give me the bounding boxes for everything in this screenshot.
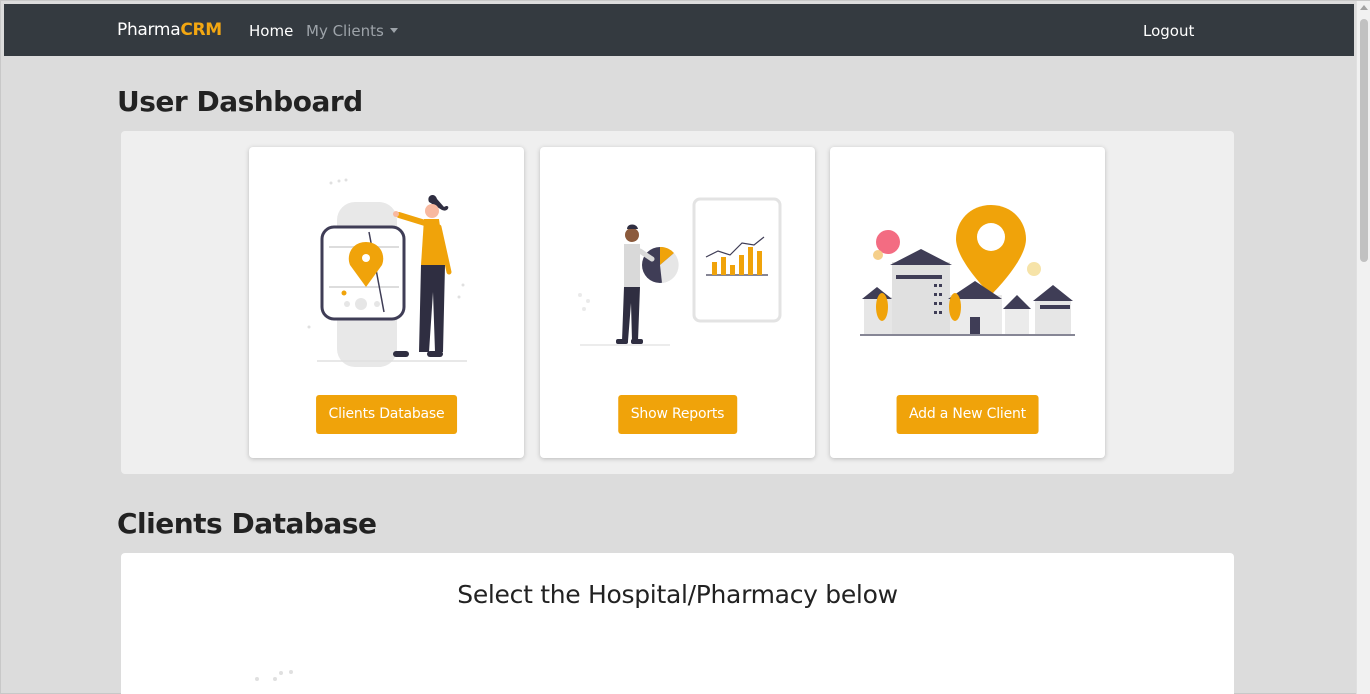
clients-database-panel: Select the Hospital/Pharmacy below xyxy=(121,553,1234,694)
chevron-down-icon xyxy=(389,28,398,33)
show-reports-card: Show Reports xyxy=(540,147,815,458)
smartwatch-map-pin-illustration xyxy=(307,178,467,367)
vertical-scrollbar[interactable] xyxy=(1356,1,1370,694)
clients-database-card: Clients Database xyxy=(249,147,524,458)
scroll-up-arrow-icon[interactable] xyxy=(1360,5,1368,10)
brand-name-pharma: Pharma xyxy=(117,20,181,40)
clients-database-button[interactable]: Clients Database xyxy=(315,395,458,434)
scrollbar-thumb[interactable] xyxy=(1360,19,1368,262)
nav-home-link[interactable]: Home xyxy=(249,22,293,40)
nav-my-clients-dropdown[interactable]: My Clients xyxy=(306,22,398,40)
decorative-dots-icon xyxy=(255,670,293,681)
city-location-pin-illustration xyxy=(860,205,1075,336)
logout-link[interactable]: Logout xyxy=(1143,22,1194,40)
select-hospital-heading: Select the Hospital/Pharmacy below xyxy=(457,580,898,609)
clients-database-title: Clients Database xyxy=(117,507,377,540)
decorative-dots xyxy=(578,293,590,311)
user-dashboard-title: User Dashboard xyxy=(117,85,363,118)
reports-chart-illustration xyxy=(578,197,782,346)
top-navbar: PharmaCRM Home My Clients Logout xyxy=(4,4,1354,56)
brand-name-crm: CRM xyxy=(180,20,222,40)
nav-my-clients-label: My Clients xyxy=(306,22,384,40)
add-new-client-card: Add a New Client xyxy=(830,147,1105,458)
show-reports-button[interactable]: Show Reports xyxy=(617,395,738,434)
brand-logo[interactable]: PharmaCRM xyxy=(117,20,222,40)
add-new-client-button[interactable]: Add a New Client xyxy=(896,395,1039,434)
